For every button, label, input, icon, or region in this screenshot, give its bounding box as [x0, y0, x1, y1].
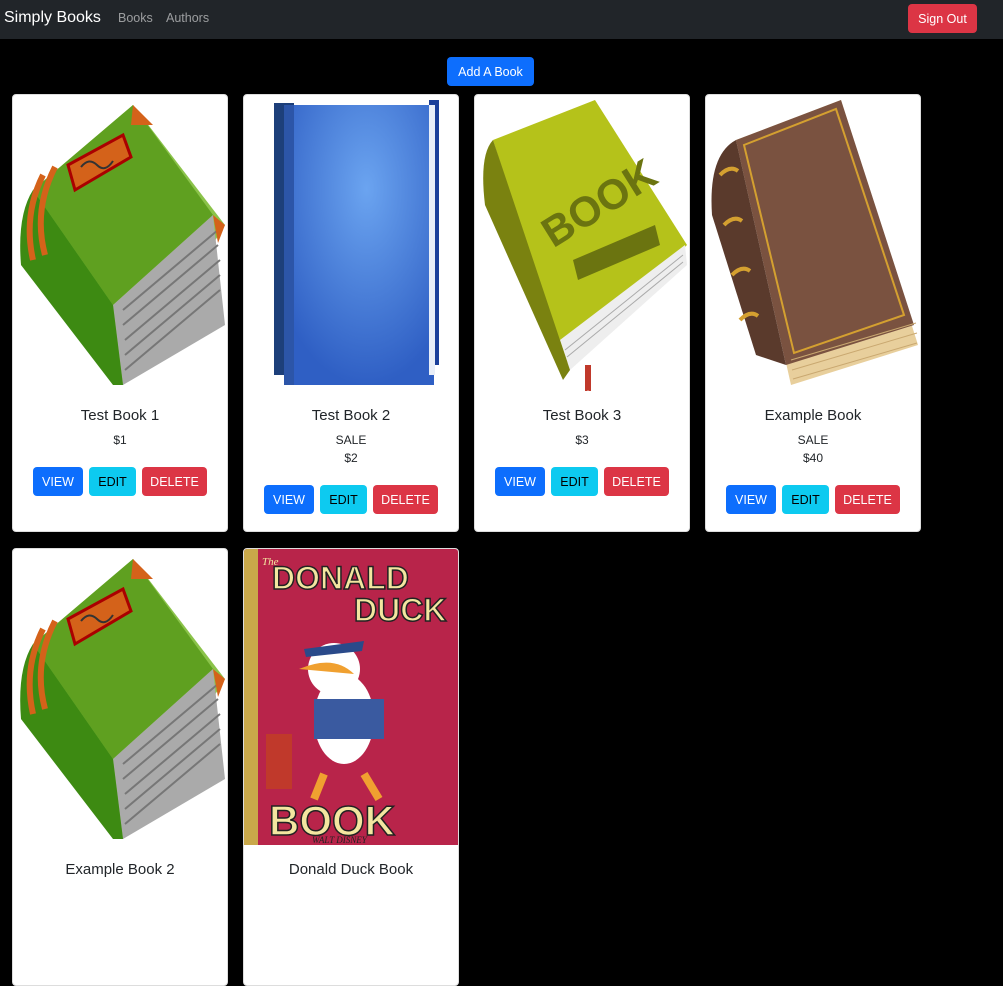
nav-link-authors[interactable]: Authors: [166, 11, 209, 25]
book-price: $3: [575, 433, 589, 447]
delete-button[interactable]: DELETE: [373, 485, 438, 514]
book-title: Example Book 2: [65, 861, 175, 878]
navbar: Simply Books Books Authors Sign Out: [0, 0, 1003, 39]
edit-button[interactable]: EDIT: [320, 485, 367, 514]
book-card: Example Book SALE $40 VIEW EDIT DELETE: [705, 94, 921, 532]
brand-link[interactable]: Simply Books: [4, 9, 101, 27]
add-book-button[interactable]: Add A Book: [447, 57, 534, 86]
book-title: Test Book 3: [542, 407, 622, 424]
delete-button[interactable]: DELETE: [835, 485, 900, 514]
blue-book-icon: [274, 100, 439, 385]
brown-book-icon: [711, 100, 918, 385]
edit-button[interactable]: EDIT: [782, 485, 829, 514]
svg-text:WALT DISNEY: WALT DISNEY: [312, 835, 368, 845]
view-button[interactable]: VIEW: [33, 467, 83, 496]
nav-link-books[interactable]: Books: [118, 11, 153, 25]
book-card: Test Book 2 SALE $2 VIEW EDIT DELETE: [243, 94, 459, 532]
book-title: Test Book 2: [311, 407, 391, 424]
olive-book-icon: BOOK: [483, 100, 687, 391]
book-title: Test Book 1: [80, 407, 160, 424]
sale-label: SALE: [335, 433, 367, 447]
book-card: Test Book 1 $1 VIEW EDIT DELETE: [12, 94, 228, 532]
sale-label: SALE: [797, 433, 829, 447]
sign-out-button[interactable]: Sign Out: [908, 4, 977, 33]
green-book-icon: [20, 105, 225, 385]
svg-text:DUCK: DUCK: [354, 592, 446, 628]
book-price: $1: [113, 433, 127, 447]
view-button[interactable]: VIEW: [495, 467, 545, 496]
book-title: Donald Duck Book: [288, 861, 414, 878]
edit-button[interactable]: EDIT: [89, 467, 136, 496]
book-price: $2: [344, 451, 358, 465]
delete-button[interactable]: DELETE: [142, 467, 207, 496]
svg-text:DONALD: DONALD: [272, 560, 409, 596]
donald-duck-cover-icon: The DONALD DUCK BOOK WALT DISNEY: [244, 549, 458, 845]
edit-button[interactable]: EDIT: [551, 467, 598, 496]
green-book-icon: [20, 559, 225, 839]
book-card: Example Book 2: [12, 548, 228, 986]
book-title: Example Book: [764, 407, 862, 424]
delete-button[interactable]: DELETE: [604, 467, 669, 496]
book-price: $40: [802, 451, 824, 465]
book-card: The DONALD DUCK BOOK WALT DISNEY Donald …: [243, 548, 459, 986]
book-card: BOOK Test Book 3 $3 VIEW EDIT DELETE: [474, 94, 690, 532]
view-button[interactable]: VIEW: [726, 485, 776, 514]
view-button[interactable]: VIEW: [264, 485, 314, 514]
